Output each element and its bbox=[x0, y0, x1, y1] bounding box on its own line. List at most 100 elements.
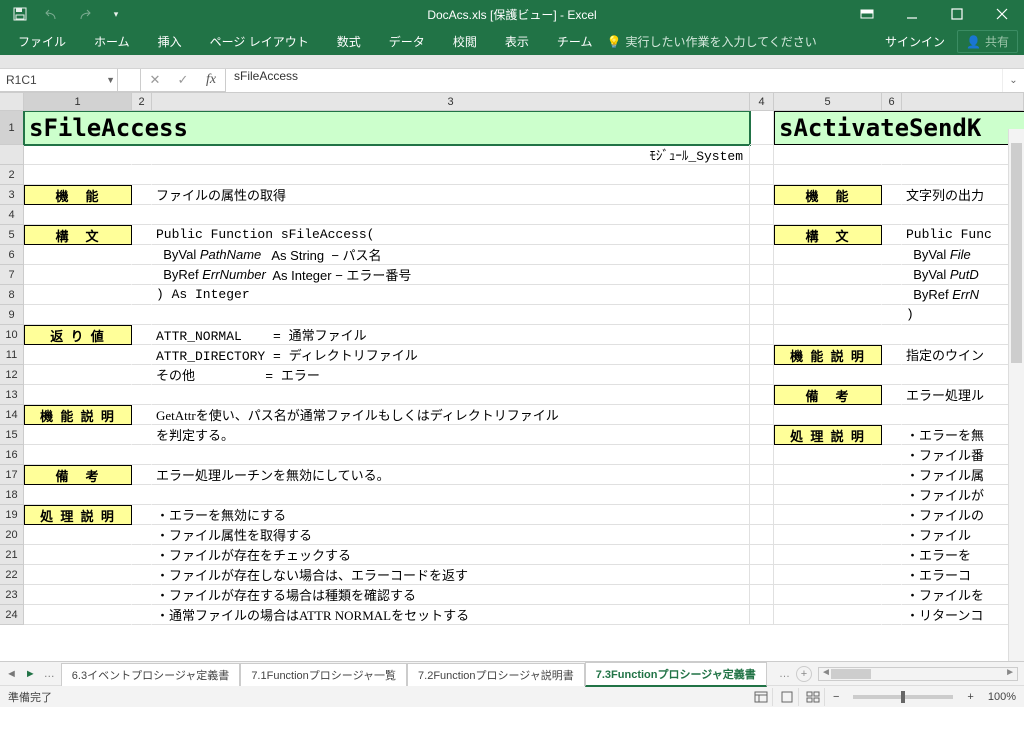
col-header[interactable]: 2 bbox=[132, 93, 152, 111]
tab-nav-next-icon[interactable]: ► bbox=[25, 668, 36, 680]
title-cell-right[interactable]: sActivateSendK bbox=[774, 111, 1024, 145]
row-header[interactable]: 19 bbox=[0, 505, 24, 525]
zoom-level[interactable]: 100% bbox=[988, 691, 1016, 703]
row-header[interactable]: 18 bbox=[0, 485, 24, 505]
scrollbar-thumb[interactable] bbox=[831, 669, 871, 679]
scrollbar-thumb[interactable] bbox=[1011, 143, 1022, 363]
horizontal-scrollbar[interactable]: ◄ ► bbox=[818, 667, 1018, 681]
chevron-down-icon[interactable]: ▼ bbox=[106, 75, 115, 85]
tab-nav-prev-icon[interactable]: ◄ bbox=[6, 668, 17, 680]
ribbon-separator bbox=[0, 55, 1024, 69]
zoom-thumb[interactable] bbox=[901, 691, 905, 703]
title-cell-left[interactable]: sFileAccess bbox=[24, 111, 750, 145]
row-header[interactable]: 13 bbox=[0, 385, 24, 405]
enter-formula-icon[interactable]: ✓ bbox=[169, 72, 197, 88]
status-bar: 準備完了 − + 100% bbox=[0, 685, 1024, 707]
formula-input[interactable]: sFileAccess bbox=[226, 69, 1002, 92]
row-header[interactable]: 7 bbox=[0, 265, 24, 285]
ribbon-options-icon[interactable] bbox=[844, 0, 889, 28]
page-layout-view-icon[interactable] bbox=[777, 688, 799, 706]
row-header[interactable]: 1 bbox=[0, 111, 24, 145]
cancel-formula-icon[interactable]: ✕ bbox=[141, 72, 169, 88]
spreadsheet-grid[interactable]: 1 2 3 4 5 6 1 sFileAccess sActivateSendK… bbox=[0, 93, 1024, 661]
label-kinou-setsumei[interactable]: 機 能 説 明 bbox=[774, 345, 882, 365]
zoom-out-icon[interactable]: − bbox=[829, 691, 843, 703]
qat-customize-icon[interactable]: ▾ bbox=[104, 2, 128, 26]
row-header[interactable]: 24 bbox=[0, 605, 24, 625]
new-sheet-icon[interactable]: + bbox=[796, 666, 812, 682]
col-header[interactable]: 3 bbox=[152, 93, 750, 111]
undo-icon[interactable] bbox=[40, 2, 64, 26]
save-icon[interactable] bbox=[8, 2, 32, 26]
row-header[interactable]: 16 bbox=[0, 445, 24, 465]
col-header[interactable]: 1 bbox=[24, 93, 132, 111]
sheet-tab-active[interactable]: 7.3Functionプロシージャ定義書 bbox=[585, 662, 767, 687]
tab-formulas[interactable]: 数式 bbox=[323, 28, 375, 55]
label-bikou[interactable]: 備 考 bbox=[24, 465, 132, 485]
row-header[interactable]: 23 bbox=[0, 585, 24, 605]
row-header[interactable]: 10 bbox=[0, 325, 24, 345]
zoom-in-icon[interactable]: + bbox=[963, 691, 977, 703]
row-header[interactable]: 22 bbox=[0, 565, 24, 585]
sheet-tab[interactable]: 6.3イベントプロシージャ定義書 bbox=[61, 663, 241, 686]
tab-insert[interactable]: 挿入 bbox=[144, 28, 196, 55]
redo-icon[interactable] bbox=[72, 2, 96, 26]
normal-view-icon[interactable] bbox=[751, 688, 773, 706]
label-kinou[interactable]: 機 能 bbox=[24, 185, 132, 205]
module-name[interactable]: ﾓｼﾞｭｰﾙ_System bbox=[152, 145, 750, 165]
row-header[interactable]: 20 bbox=[0, 525, 24, 545]
name-box[interactable]: R1C1 ▼ bbox=[0, 69, 118, 92]
row-header[interactable]: 6 bbox=[0, 245, 24, 265]
label-bikou[interactable]: 備 考 bbox=[774, 385, 882, 405]
sheet-tab[interactable]: 7.2Functionプロシージャ説明書 bbox=[407, 663, 585, 686]
tab-pagelayout[interactable]: ページ レイアウト bbox=[196, 28, 323, 55]
sheet-tab[interactable]: 7.1Functionプロシージャ一覧 bbox=[240, 663, 407, 686]
tab-review[interactable]: 校閲 bbox=[439, 28, 491, 55]
row-header[interactable]: 21 bbox=[0, 545, 24, 565]
share-button[interactable]: 👤 共有 bbox=[957, 30, 1018, 53]
label-shori-setsumei[interactable]: 処 理 説 明 bbox=[774, 425, 882, 445]
row-header[interactable]: 8 bbox=[0, 285, 24, 305]
col-header[interactable]: 4 bbox=[750, 93, 774, 111]
row-header[interactable]: 17 bbox=[0, 465, 24, 485]
select-all-corner[interactable] bbox=[0, 93, 24, 111]
label-shori-setsumei[interactable]: 処 理 説 明 bbox=[24, 505, 132, 525]
vertical-scrollbar[interactable] bbox=[1008, 129, 1024, 661]
label-koubun[interactable]: 構 文 bbox=[774, 225, 882, 245]
row-header[interactable]: 3 bbox=[0, 185, 24, 205]
signin-link[interactable]: サインイン bbox=[885, 33, 945, 50]
label-kinou[interactable]: 機 能 bbox=[774, 185, 882, 205]
label-kinou-setsumei[interactable]: 機 能 説 明 bbox=[24, 405, 132, 425]
scroll-right-icon[interactable]: ► bbox=[1005, 667, 1015, 678]
row-header[interactable]: 14 bbox=[0, 405, 24, 425]
expand-formula-icon[interactable]: ⌄ bbox=[1002, 69, 1024, 92]
row-header[interactable]: 12 bbox=[0, 365, 24, 385]
row-header[interactable] bbox=[0, 145, 24, 165]
label-koubun[interactable]: 構 文 bbox=[24, 225, 132, 245]
col-header[interactable] bbox=[902, 93, 1024, 111]
tab-data[interactable]: データ bbox=[375, 28, 439, 55]
maximize-button[interactable] bbox=[934, 0, 979, 28]
tab-team[interactable]: チーム bbox=[543, 28, 607, 55]
page-break-view-icon[interactable] bbox=[803, 688, 825, 706]
row-header[interactable]: 5 bbox=[0, 225, 24, 245]
scroll-left-icon[interactable]: ◄ bbox=[821, 667, 831, 678]
row-header[interactable]: 9 bbox=[0, 305, 24, 325]
col-header[interactable]: 6 bbox=[882, 93, 902, 111]
close-button[interactable] bbox=[979, 0, 1024, 28]
row-header[interactable]: 4 bbox=[0, 205, 24, 225]
tab-more-icon[interactable]: … bbox=[779, 668, 790, 680]
tell-me-search[interactable]: 💡 実行したい作業を入力してください bbox=[606, 33, 816, 50]
label-kaeri[interactable]: 返 り 値 bbox=[24, 325, 132, 345]
row-header[interactable]: 2 bbox=[0, 165, 24, 185]
row-header[interactable]: 11 bbox=[0, 345, 24, 365]
zoom-slider[interactable] bbox=[853, 695, 953, 699]
tab-nav-more-icon[interactable]: … bbox=[44, 668, 55, 680]
fx-icon[interactable]: fx bbox=[197, 72, 225, 88]
tab-file[interactable]: ファイル bbox=[4, 28, 80, 55]
minimize-button[interactable] bbox=[889, 0, 934, 28]
row-header[interactable]: 15 bbox=[0, 425, 24, 445]
tab-view[interactable]: 表示 bbox=[491, 28, 543, 55]
col-header[interactable]: 5 bbox=[774, 93, 882, 111]
tab-home[interactable]: ホーム bbox=[80, 28, 144, 55]
